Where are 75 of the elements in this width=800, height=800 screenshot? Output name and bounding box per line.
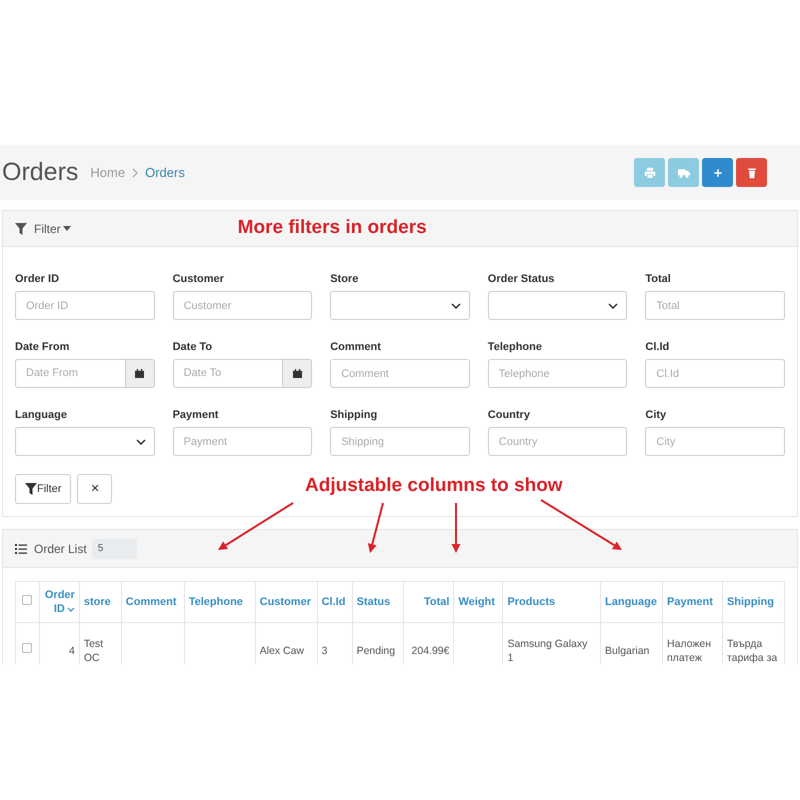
filter-button[interactable]: Filter [15,474,72,504]
annotation-text: Adjustable columns to show [305,474,563,498]
input-field[interactable]: Telephone [488,359,628,388]
field-label: Cl.Id [645,340,670,353]
chevron-down-icon [608,302,618,308]
table-cell-text: Samsung Galaxy 1 [507,638,588,664]
input-field[interactable]: Payment [172,427,312,456]
calendar-icon [135,369,144,378]
printer-icon [644,166,656,178]
select-field[interactable] [15,427,155,456]
calendar-button[interactable] [126,359,155,388]
field-label: Telephone [488,340,543,353]
ship-button[interactable] [668,158,699,187]
date-field[interactable]: Date From [15,359,126,388]
table-cell-text: Pending [356,644,396,656]
checkbox[interactable] [22,594,32,605]
table-cell-text: 4 [69,644,75,656]
plus-icon [712,166,724,178]
table-cell-text: Test OC [84,638,104,664]
page-size-field[interactable]: 5 [92,538,137,558]
delete-button[interactable] [736,158,767,187]
field-label: Country [488,408,531,421]
input-field[interactable]: Country [488,427,628,456]
annotation-text: More filters in orders [238,216,427,240]
calendar-icon [292,369,302,378]
input-field[interactable]: Shipping [330,427,470,456]
calendar-button[interactable] [283,359,312,388]
page-title: Orders [2,156,78,188]
select-field[interactable] [330,291,470,320]
field-label: Language [15,408,68,421]
field-label: City [645,408,668,421]
trash-icon [746,166,758,178]
caret-icon [62,226,71,231]
input-field[interactable]: City [645,427,785,456]
input-field[interactable]: Comment [330,359,470,388]
filter-icon [25,483,37,495]
input-field[interactable]: Order ID [15,291,155,320]
field-label: Store [330,272,360,285]
input-field[interactable]: Customer [172,291,312,320]
add-button[interactable] [702,158,733,187]
filter-toggle[interactable]: Filter [34,220,71,238]
select-field[interactable] [488,291,628,320]
input-field[interactable]: Total [645,291,785,320]
chevron-down-icon [450,302,461,308]
field-label: Total [645,272,672,285]
filter-icon [15,222,27,234]
clear-button[interactable]: ✕ [77,474,112,504]
date-field[interactable]: Date To [172,359,284,388]
field-label: Date From [15,340,70,353]
panel-title: Order List [34,540,87,558]
field-label: Shipping [330,408,378,421]
breadcrumb-link[interactable]: Orders [145,162,185,182]
table-cell-text: Наложен платеж [667,638,712,664]
arrow [452,503,460,553]
chevron-icon [131,168,140,178]
field-label: Customer [172,272,225,285]
field-label: Payment [172,408,220,421]
chevron-down-icon [66,606,75,612]
table-cell-text: Твърда тарифа за [726,638,778,664]
table-cell-text: Alex Caw [260,644,304,656]
table-cell-text: 3 [322,644,328,656]
breadcrumb-link[interactable]: Home [90,162,126,182]
field-label: Order ID [15,272,60,285]
field-label: Order Status [488,272,556,285]
print-button[interactable] [634,158,665,187]
field-label: Comment [330,340,382,353]
input-field[interactable]: Cl.Id [645,359,785,388]
field-label: Date To [172,340,214,353]
arrow [368,502,384,553]
table-cell-text: 204.99€ [412,644,450,656]
list-icon [15,544,27,554]
truck-icon [678,166,690,178]
checkbox[interactable] [22,643,32,654]
chevron-down-icon [136,438,146,444]
table-cell-text: Bulgarian [605,644,650,656]
